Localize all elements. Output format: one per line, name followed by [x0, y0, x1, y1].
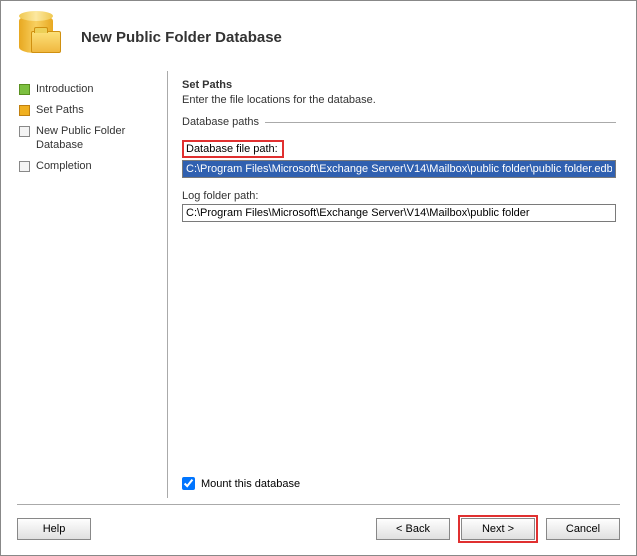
log-path-input[interactable]	[182, 204, 616, 222]
step-label: Introduction	[36, 83, 93, 96]
mount-checkbox-row: Mount this database	[182, 477, 616, 490]
spacer	[182, 234, 616, 473]
step-new-pf-database: New Public Folder Database	[17, 121, 167, 155]
mount-checkbox-label: Mount this database	[201, 478, 300, 490]
wizard-steps: Introduction Set Paths New Public Folder…	[17, 71, 167, 498]
database-path-input[interactable]	[182, 160, 616, 178]
next-button[interactable]: Next >	[461, 518, 535, 540]
wizard-header: New Public Folder Database	[1, 1, 636, 71]
section-description: Enter the file locations for the databas…	[182, 94, 616, 106]
step-active-icon	[19, 105, 30, 116]
cancel-button[interactable]: Cancel	[546, 518, 620, 540]
wizard-window: New Public Folder Database Introduction …	[0, 0, 637, 556]
step-label: Set Paths	[36, 104, 84, 117]
database-path-label: Database file path:	[182, 140, 284, 158]
fieldset-header: Database paths	[182, 116, 616, 128]
mount-checkbox[interactable]	[182, 477, 195, 490]
database-folder-icon	[17, 13, 65, 61]
log-path-label: Log folder path:	[182, 190, 616, 202]
log-path-group: Log folder path:	[182, 190, 616, 222]
database-path-group: Database file path:	[182, 140, 616, 178]
fieldset-label: Database paths	[182, 116, 259, 128]
step-label: New Public Folder Database	[36, 125, 165, 151]
step-set-paths: Set Paths	[17, 100, 167, 121]
divider	[265, 122, 616, 123]
step-done-icon	[19, 84, 30, 95]
step-pending-icon	[19, 126, 30, 137]
main-area: Introduction Set Paths New Public Folder…	[1, 71, 636, 498]
back-button[interactable]: < Back	[376, 518, 450, 540]
section-title: Set Paths	[182, 79, 616, 91]
step-introduction: Introduction	[17, 79, 167, 100]
step-completion: Completion	[17, 156, 167, 177]
wizard-footer: Help < Back Next > Cancel	[17, 504, 620, 543]
step-pending-icon	[19, 161, 30, 172]
step-label: Completion	[36, 160, 92, 173]
content-panel: Set Paths Enter the file locations for t…	[167, 71, 620, 498]
next-button-highlight: Next >	[458, 515, 538, 543]
page-title: New Public Folder Database	[81, 29, 282, 46]
help-button[interactable]: Help	[17, 518, 91, 540]
